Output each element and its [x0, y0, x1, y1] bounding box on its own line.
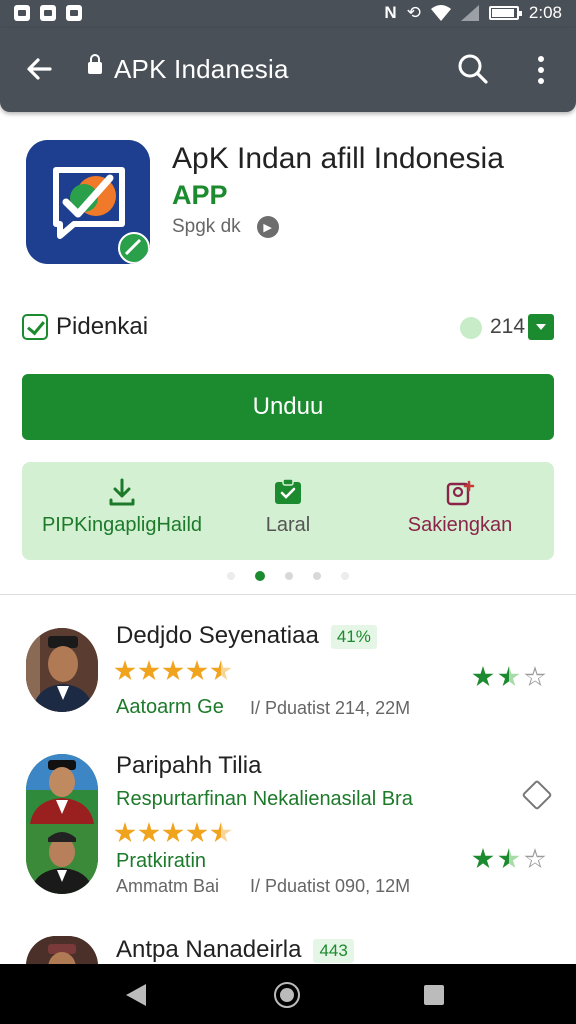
toolbar-title: APK Indanesia: [114, 54, 289, 84]
rating-row: Pidenkai 214: [22, 310, 554, 346]
carousel-dot[interactable]: [285, 572, 293, 580]
play-icon: ▶: [256, 216, 279, 238]
rating-count: 214: [490, 315, 526, 338]
percent-badge: 41%: [330, 624, 377, 649]
toolbar: APK Indanesia: [0, 28, 576, 112]
vibrate-icon: ⟲: [406, 3, 421, 22]
star-half-icon: [498, 848, 520, 869]
clock: 2:08: [528, 3, 562, 22]
verified-label: Pidenkai: [56, 313, 149, 340]
battery-icon: [488, 6, 522, 20]
back-arrow-icon[interactable]: [22, 52, 56, 86]
developer-name[interactable]: Spgk dk: [172, 216, 241, 238]
diamond-icon[interactable]: [521, 779, 553, 811]
star-rating: [114, 822, 232, 844]
item-meta: I/ Pduatist 214, 22M: [250, 698, 411, 718]
navigation-bar: [0, 964, 576, 1024]
nav-home-icon[interactable]: [274, 982, 300, 1008]
star-icon: [186, 822, 208, 843]
item-author: Pratkiratin: [116, 850, 207, 872]
star-icon: [472, 666, 494, 687]
more-options-icon[interactable]: [532, 54, 550, 86]
star-icon: [162, 660, 184, 681]
save-icon: [40, 5, 56, 21]
star-icon: [138, 660, 160, 681]
nfc-icon: N: [384, 3, 397, 22]
carousel-dot[interactable]: [341, 572, 349, 580]
star-icon: [162, 822, 184, 843]
carousel-dot[interactable]: [313, 572, 321, 580]
status-dot-icon: [460, 317, 482, 339]
item-title: Paripahh Tilia: [116, 752, 262, 779]
star-icon: [138, 822, 160, 843]
developer-row[interactable]: Spgk dk ▶: [172, 216, 279, 238]
download-icon: [109, 478, 135, 506]
action-laral-label: Laral: [265, 514, 311, 536]
chevron-down-icon[interactable]: [528, 314, 554, 340]
signal-icon: [460, 5, 479, 21]
avatar: [26, 628, 98, 712]
star-icon: [186, 660, 208, 681]
action-save-label: Sakiengkan: [407, 514, 513, 536]
clipboard-check-icon: [275, 478, 301, 504]
star-icon: [114, 822, 136, 843]
app-subtitle: APP: [172, 180, 228, 210]
carousel-dot-active[interactable]: [255, 571, 265, 581]
carousel-indicator: [0, 571, 576, 581]
item-meta-author: Ammatm Bai: [116, 876, 220, 896]
action-save[interactable]: Sakiengkan: [370, 478, 550, 537]
star-icon: [114, 660, 136, 681]
item-meta: I/ Pduatist 090, 12M: [250, 876, 411, 896]
star-empty-icon: [524, 666, 546, 687]
divider: [0, 594, 576, 595]
nav-recents-icon[interactable]: [424, 985, 444, 1005]
action-download[interactable]: PIPKingapligHaild: [32, 478, 212, 537]
item-description: Respurtarfinan Nekalienasilal Bra: [116, 788, 413, 810]
percent-badge: 443: [313, 938, 354, 963]
status-bar: N ⟲ 2:08: [0, 0, 576, 28]
action-download-label: PIPKingapligHaild: [41, 514, 203, 536]
star-half-icon: [210, 822, 232, 843]
star-half-icon: [498, 666, 520, 687]
item-title: Antpa Nanadeirla 443: [116, 936, 354, 964]
lock-icon: [88, 54, 102, 74]
bag-icon: [66, 5, 82, 21]
star-empty-icon: [524, 848, 546, 869]
calendar-add-icon: [446, 480, 475, 506]
star-half-icon: [210, 660, 232, 681]
star-icon: [472, 848, 494, 869]
notification-icon: [14, 5, 30, 21]
nav-back-icon[interactable]: [126, 984, 146, 1006]
search-icon[interactable]: [456, 52, 490, 86]
app-icon: [26, 140, 150, 264]
actions-panel: PIPKingapligHaild Laral Sakiengkan: [22, 462, 554, 560]
item-author: Aatoarm Ge: [116, 696, 224, 718]
action-laral[interactable]: Laral: [198, 478, 378, 537]
avatar: [26, 754, 98, 894]
mini-rating[interactable]: [472, 848, 546, 870]
wifi-icon: [430, 5, 451, 21]
app-title: ApK Indan afill Indonesia: [172, 142, 504, 175]
star-rating: [114, 660, 232, 682]
carousel-dot[interactable]: [227, 572, 235, 580]
mini-rating[interactable]: [472, 666, 546, 688]
download-button[interactable]: Unduu: [22, 374, 554, 440]
verified-icon: [22, 314, 48, 340]
item-title: Dedjdo Seyenatiaa 41%: [116, 622, 377, 650]
